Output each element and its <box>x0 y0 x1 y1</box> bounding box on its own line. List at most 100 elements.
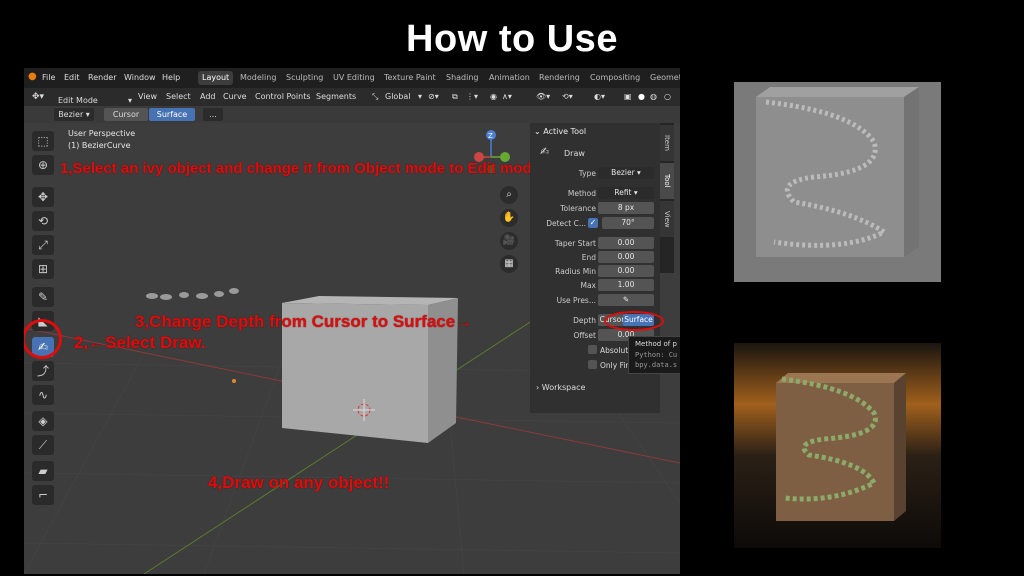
tool-name: Draw <box>564 149 585 158</box>
curve-type-dropdown[interactable]: Bezier ▾ <box>54 108 94 121</box>
only-first-checkbox[interactable] <box>588 360 597 369</box>
offset-label: Offset <box>573 331 596 340</box>
visibility-icon[interactable]: 👁▾ <box>536 92 550 101</box>
viewport-header: ✥▾ Edit Mode ▾ View Select Add Curve Con… <box>24 88 680 106</box>
falloff-icon[interactable]: ∧▾ <box>502 92 512 101</box>
editor-type-icon[interactable]: ✥▾ <box>32 92 44 102</box>
type-dropdown[interactable]: Bezier ▾ <box>598 167 654 179</box>
taper-end-field[interactable]: 0.00 <box>598 251 654 263</box>
select-box-icon[interactable]: ⬚ <box>32 131 54 151</box>
absolute-offset-checkbox[interactable] <box>588 345 597 354</box>
gizmo-z-label: Z <box>488 132 493 140</box>
menu-bar: ● File Edit Render Window Help Layout Mo… <box>24 68 680 88</box>
tab-compositing[interactable]: Compositing <box>586 71 644 85</box>
detect-angle-field[interactable]: 70° <box>602 217 654 229</box>
shading-rendered-icon[interactable]: ○ <box>664 92 671 101</box>
wood-cube-illustration <box>776 373 906 521</box>
grid-view-icon[interactable]: ▦ <box>500 255 518 273</box>
page-title: How to Use <box>406 18 618 60</box>
tab-geometry[interactable]: Geometr <box>646 71 680 85</box>
shear-tool-icon[interactable]: ▰ <box>32 461 54 481</box>
workspace-section[interactable]: › Workspace <box>536 383 585 392</box>
more-options-button[interactable]: ... <box>203 108 223 121</box>
radius-max-label: Max <box>580 281 596 290</box>
tolerance-field[interactable]: 8 px <box>598 202 654 214</box>
annotate-tool-icon[interactable]: ✎ <box>32 287 54 307</box>
overlay-icon[interactable]: ◐▾ <box>594 92 605 101</box>
chevron-down-icon: ▾ <box>418 92 423 101</box>
chevron-right-icon: › <box>536 383 540 392</box>
type-label: Type <box>578 169 596 178</box>
preview-image-solid <box>734 82 941 282</box>
method-dropdown[interactable]: Refit ▾ <box>598 187 654 199</box>
detect-corners-checkbox[interactable]: ✓ <box>588 218 598 228</box>
gizmo-icon[interactable]: ⟲▾ <box>562 92 573 101</box>
ivy-curve-object[interactable] <box>146 288 239 300</box>
chevron-down-icon: ⌄ <box>534 127 541 136</box>
tab-tool[interactable]: Tool <box>660 163 674 199</box>
tab-animation[interactable]: Animation <box>485 71 534 85</box>
tab-view[interactable]: View <box>660 201 674 237</box>
depth-surface-toggle[interactable]: Surface <box>149 108 195 121</box>
active-tool-header[interactable]: ⌄ Active Tool <box>534 127 586 136</box>
curve-pen-tool-icon[interactable]: ∿ <box>32 385 54 405</box>
pivot-icon[interactable]: ⊘▾ <box>428 92 439 101</box>
menu-file[interactable]: File <box>42 73 55 82</box>
curve-type-label: Bezier <box>58 110 84 119</box>
menu-control-points[interactable]: Control Points <box>255 92 311 101</box>
tab-modeling[interactable]: Modeling <box>236 71 280 85</box>
pan-hand-icon[interactable]: ✋ <box>500 209 518 227</box>
menu-help[interactable]: Help <box>162 73 180 82</box>
menu-window[interactable]: Window <box>124 73 156 82</box>
radius-min-field[interactable]: 0.00 <box>598 265 654 277</box>
tab-uv-editing[interactable]: UV Editing <box>329 71 379 85</box>
only-first-label: Only Fir <box>600 361 629 370</box>
menu-render[interactable]: Render <box>88 73 116 82</box>
use-pressure-button[interactable]: ✎ <box>598 294 654 306</box>
tab-layout[interactable]: Layout <box>198 71 234 85</box>
snap-icon[interactable]: ⧉ <box>452 92 458 102</box>
scale-tool-icon[interactable]: ⤢ <box>32 235 54 255</box>
shading-solid-icon[interactable]: ● <box>638 92 645 101</box>
xray-icon[interactable]: ▣ <box>624 92 632 101</box>
tab-sculpting[interactable]: Sculpting <box>282 71 327 85</box>
menu-add[interactable]: Add <box>200 92 216 101</box>
orientation-icon[interactable]: ⤡ <box>372 92 378 102</box>
camera-icon[interactable]: 🎥 <box>500 232 518 250</box>
tab-item[interactable]: Item <box>660 125 674 161</box>
orientation-dropdown[interactable]: Global <box>385 92 411 101</box>
move-tool-icon[interactable]: ✥ <box>32 187 54 207</box>
mode-dropdown[interactable]: Edit Mode ▾ <box>52 90 136 105</box>
menu-curve[interactable]: Curve <box>223 92 247 101</box>
draw-tool-icon: ✍ <box>540 145 550 158</box>
transform-tool-icon[interactable]: ⊞ <box>32 259 54 279</box>
tilt-tool-icon[interactable]: ◈ <box>32 411 54 431</box>
extrude-tool-icon[interactable]: ⤴ <box>32 361 54 381</box>
radius-tool-icon[interactable]: ⟋ <box>32 435 54 455</box>
rotate-tool-icon[interactable]: ⟲ <box>32 211 54 231</box>
surface-highlight <box>604 311 664 331</box>
cursor-tool-icon[interactable]: ⊕ <box>32 155 54 175</box>
object-name: (1) BezierCurve <box>68 141 131 150</box>
taper-start-label: Taper Start <box>554 239 596 248</box>
taper-start-field[interactable]: 0.00 <box>598 237 654 249</box>
menu-select[interactable]: Select <box>166 92 191 101</box>
depth-cursor-toggle[interactable]: Cursor <box>104 108 148 121</box>
snap-target-icon[interactable]: ⋮▾ <box>466 92 478 101</box>
proportional-edit-icon[interactable]: ◉ <box>490 92 497 101</box>
menu-view[interactable]: View <box>138 92 157 101</box>
detect-corners-label: Detect C... <box>546 219 586 228</box>
tab-texture-paint[interactable]: Texture Paint <box>380 71 440 85</box>
zoom-icon[interactable]: ⌕ <box>500 186 518 204</box>
menu-segments[interactable]: Segments <box>316 92 356 101</box>
tab-shading[interactable]: Shading <box>442 71 483 85</box>
radius-max-field[interactable]: 1.00 <box>598 279 654 291</box>
tolerance-label: Tolerance <box>560 204 596 213</box>
blender-logo-icon[interactable]: ● <box>28 71 37 82</box>
menu-edit[interactable]: Edit <box>64 73 80 82</box>
shading-material-icon[interactable]: ◍ <box>650 92 657 101</box>
tab-rendering[interactable]: Rendering <box>535 71 584 85</box>
tool-settings-header: Bezier ▾ Cursor Surface ... <box>24 106 324 123</box>
active-tool-title: Active Tool <box>543 127 587 136</box>
randomize-tool-icon[interactable]: ⌐ <box>32 485 54 505</box>
